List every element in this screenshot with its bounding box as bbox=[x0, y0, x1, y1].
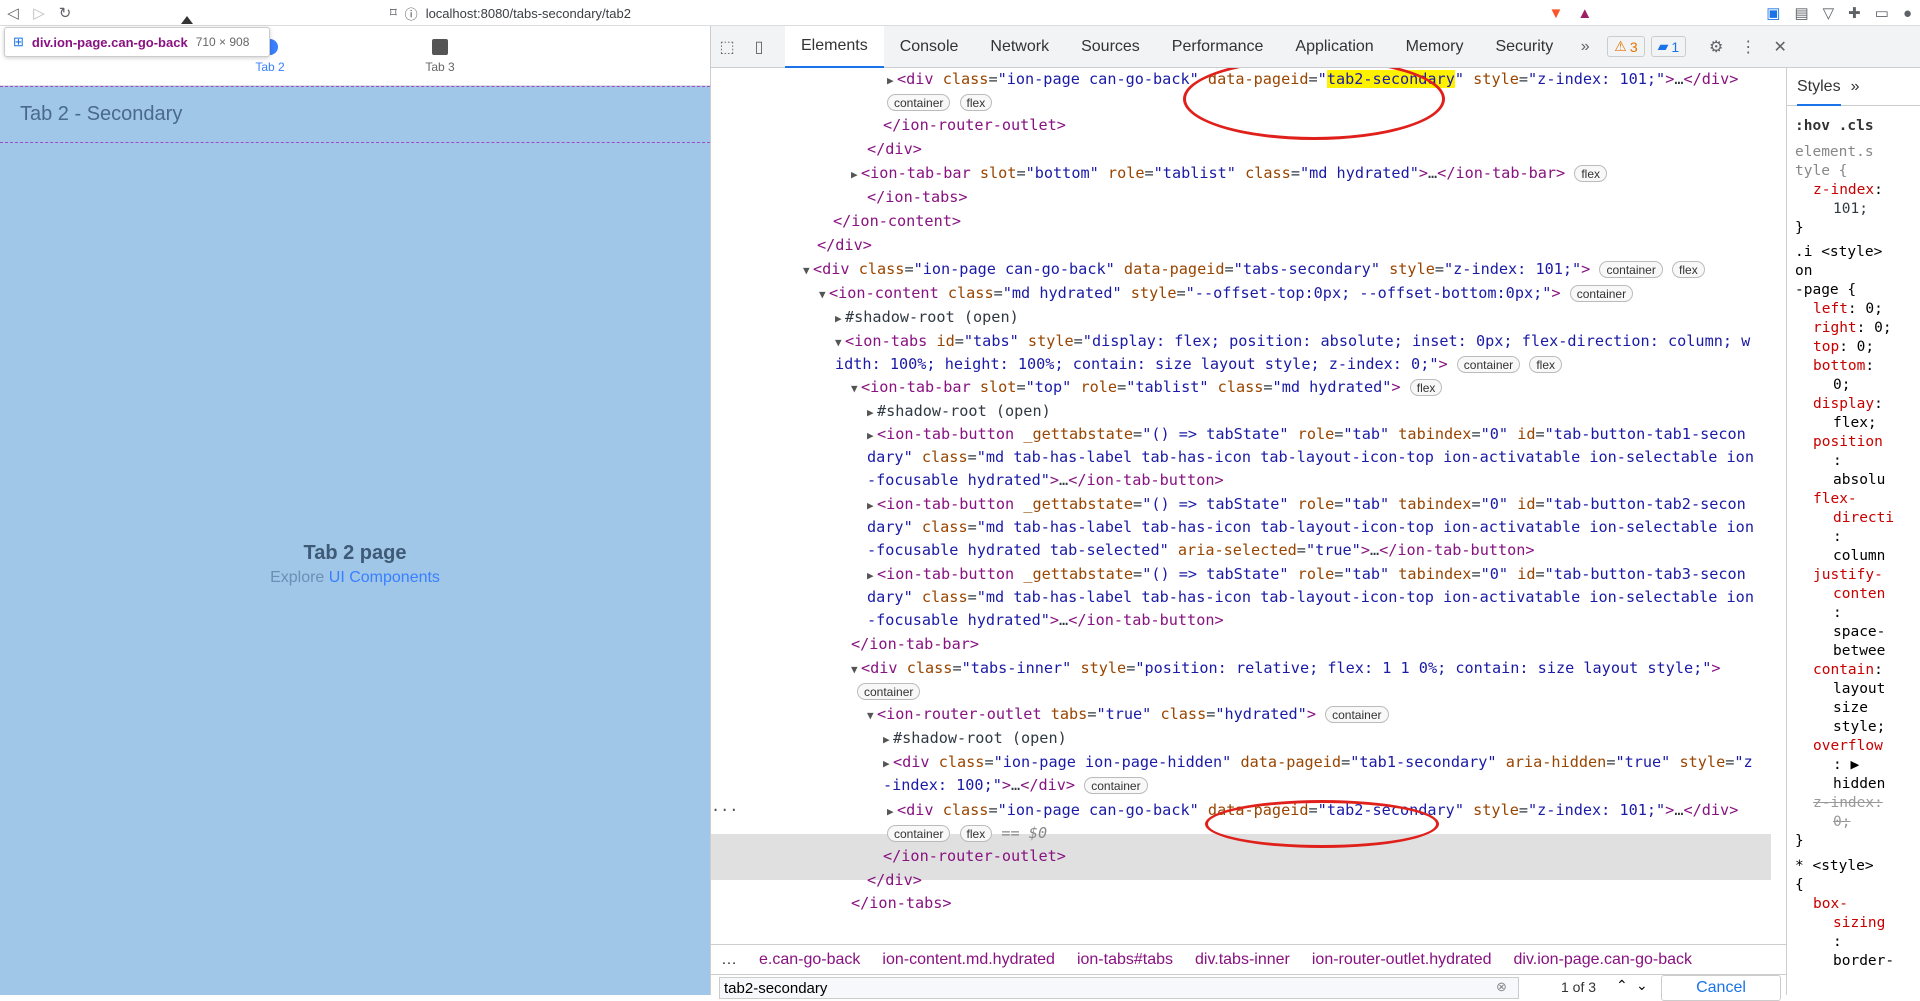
inspect-icon[interactable]: ⬚ bbox=[711, 37, 743, 57]
rewards-icon[interactable]: ▲ bbox=[1577, 5, 1592, 22]
tab-network[interactable]: Network bbox=[974, 26, 1065, 68]
app-viewport: Tab 2 Tab 3 Tab 2 - Secondary Tab 2 page… bbox=[0, 26, 710, 995]
breadcrumb-item[interactable]: ion-tabs#tabs bbox=[1077, 951, 1173, 969]
page-content: Tab 2 page Explore UI Components bbox=[0, 542, 710, 587]
tab-application[interactable]: Application bbox=[1279, 26, 1389, 68]
breadcrumb-item[interactable]: ion-router-outlet.hydrated bbox=[1312, 951, 1492, 969]
info-badge[interactable]: ▰ 1 bbox=[1650, 36, 1687, 57]
tooltip-dims: 710 × 908 bbox=[195, 35, 250, 49]
url-text[interactable]: localhost:8080/tabs-secondary/tab2 bbox=[426, 6, 631, 21]
search-bar: ⊗ 1 of 3 ⌃ ⌄ Cancel bbox=[711, 974, 1786, 1001]
warning-icon: ⚠ bbox=[1614, 38, 1627, 54]
element-highlight-overlay: Tab 2 - Secondary Tab 2 page Explore UI … bbox=[0, 86, 710, 995]
elements-tree[interactable]: ▶ <div class="ion-page can-go-back" data-… bbox=[711, 68, 1786, 944]
annotation-circle-top bbox=[1183, 68, 1445, 140]
gear-icon[interactable]: ⚙ bbox=[1700, 37, 1732, 57]
inspect-tooltip: ⊞ div.ion-page.can-go-back 710 × 908 bbox=[4, 27, 270, 57]
cancel-button[interactable]: Cancel bbox=[1661, 975, 1781, 1001]
search-count: 1 of 3 bbox=[1561, 979, 1597, 995]
close-icon[interactable]: ✕ bbox=[1764, 37, 1796, 57]
address-bar[interactable]: ⌑ ⓘ localhost:8080/tabs-secondary/tab2 bbox=[390, 2, 1500, 24]
extension-icons: ▼ ▲ ▣ ▤ ▽ ✚ ▭ ● bbox=[1549, 2, 1912, 24]
styles-pane: Styles » :hov .cls element.s tyle { z-in… bbox=[1786, 68, 1920, 995]
search-input[interactable] bbox=[719, 977, 1519, 999]
kebab-menu-icon[interactable]: ⋮ bbox=[1732, 37, 1764, 57]
content-title: Tab 2 page bbox=[303, 542, 407, 564]
breadcrumb-more-icon[interactable]: … bbox=[721, 951, 737, 969]
devtools-panel: ⬚ ▯ Elements Console Network Sources Per… bbox=[710, 25, 1920, 1001]
element-icon: ⊞ bbox=[13, 34, 24, 49]
tab-memory[interactable]: Memory bbox=[1390, 26, 1480, 68]
breadcrumb: … e.can-go-back ion-content.md.hydrated … bbox=[711, 944, 1786, 974]
forward-icon[interactable]: ▷ bbox=[26, 0, 52, 26]
clear-search-icon[interactable]: ⊗ bbox=[1496, 979, 1507, 995]
puzzle-icon[interactable]: ✚ bbox=[1848, 4, 1861, 22]
warning-badge[interactable]: ⚠ 3 bbox=[1607, 36, 1645, 57]
bookmark-icon[interactable]: ⌑ bbox=[390, 5, 397, 21]
square-icon bbox=[432, 39, 448, 55]
content-subtitle: Explore UI Components bbox=[270, 569, 440, 586]
styles-header: Styles » bbox=[1787, 68, 1920, 106]
extension-icon[interactable]: ▤ bbox=[1794, 4, 1808, 22]
window-icon[interactable]: ▭ bbox=[1875, 4, 1889, 22]
annotation-circle-bottom bbox=[1205, 800, 1439, 848]
hov-toggle[interactable]: :hov bbox=[1795, 118, 1830, 134]
more-tabs-icon[interactable]: » bbox=[1569, 38, 1601, 56]
search-next-icon[interactable]: ⌄ bbox=[1636, 977, 1648, 994]
breadcrumb-item[interactable]: ion-content.md.hydrated bbox=[882, 951, 1055, 969]
tab-performance[interactable]: Performance bbox=[1156, 26, 1280, 68]
devtools-tabbar: ⬚ ▯ Elements Console Network Sources Per… bbox=[711, 25, 1920, 68]
tab-styles[interactable]: Styles bbox=[1797, 68, 1841, 106]
profile-icon[interactable]: ● bbox=[1903, 5, 1912, 22]
reload-icon[interactable]: ↻ bbox=[52, 0, 78, 26]
message-icon: ▰ bbox=[1657, 38, 1669, 54]
tab-button-tab3[interactable]: Tab 3 bbox=[355, 26, 525, 86]
tab-elements[interactable]: Elements bbox=[785, 25, 884, 68]
tab-security[interactable]: Security bbox=[1479, 26, 1569, 68]
more-panes-icon[interactable]: » bbox=[1851, 78, 1860, 96]
info-icon[interactable]: ⓘ bbox=[405, 4, 418, 23]
extension-icon[interactable]: ▣ bbox=[1766, 4, 1780, 22]
brave-shield-icon[interactable]: ▼ bbox=[1549, 5, 1564, 22]
tooltip-arrow bbox=[181, 16, 193, 24]
page-title: Tab 2 - Secondary bbox=[0, 87, 710, 143]
tab-sources[interactable]: Sources bbox=[1065, 26, 1156, 68]
device-toggle-icon[interactable]: ▯ bbox=[743, 37, 775, 57]
cls-toggle[interactable]: .cls bbox=[1839, 118, 1874, 134]
extension-icon[interactable]: ▽ bbox=[1823, 4, 1835, 22]
search-prev-icon[interactable]: ⌃ bbox=[1616, 977, 1628, 994]
browser-toolbar: ◁ ▷ ↻ ⌑ ⓘ localhost:8080/tabs-secondary/… bbox=[0, 0, 1920, 26]
breadcrumb-item[interactable]: div.ion-page.can-go-back bbox=[1514, 951, 1692, 969]
breadcrumb-item[interactable]: e.can-go-back bbox=[759, 951, 860, 969]
ui-components-link[interactable]: UI Components bbox=[329, 569, 440, 586]
tab-console[interactable]: Console bbox=[884, 26, 975, 68]
tooltip-selector: div.ion-page.can-go-back bbox=[31, 34, 188, 50]
back-icon[interactable]: ◁ bbox=[0, 0, 26, 26]
breadcrumb-item[interactable]: div.tabs-inner bbox=[1195, 951, 1290, 969]
